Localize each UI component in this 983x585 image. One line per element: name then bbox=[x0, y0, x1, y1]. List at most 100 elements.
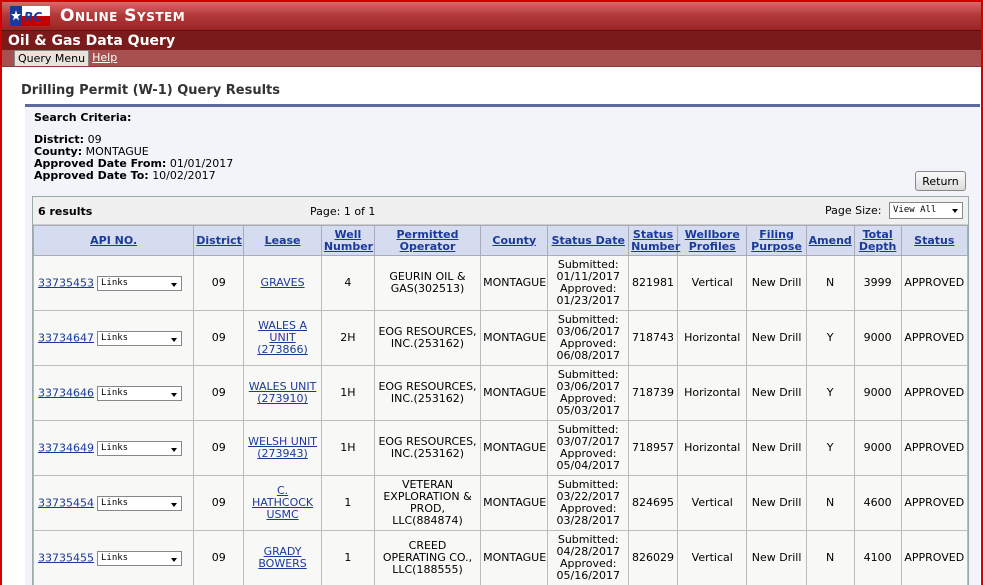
column-header[interactable]: API NO. bbox=[32, 225, 195, 256]
filing-purpose-cell: New Drill bbox=[746, 530, 807, 585]
county-cell: MONTAGUE bbox=[480, 530, 549, 585]
county-cell: MONTAGUE bbox=[480, 310, 549, 366]
column-header[interactable]: Status bbox=[900, 225, 969, 256]
total-depth-cell: 9000 bbox=[853, 420, 902, 476]
links-select[interactable]: Links bbox=[97, 275, 182, 291]
lease-link[interactable]: WALES A UNIT (273866) bbox=[257, 319, 308, 356]
api-cell: 33734646 Links bbox=[32, 365, 195, 421]
page-size-value: View All bbox=[893, 205, 937, 215]
wellbore-profile-cell: Vertical bbox=[677, 475, 748, 531]
brand-bar: RC Online System bbox=[2, 2, 981, 30]
status-cell: APPROVED bbox=[900, 475, 969, 531]
column-header[interactable]: Wellbore Profiles bbox=[677, 225, 748, 256]
status-date-cell: Submitted: 03/07/2017 Approved: 05/04/2017 bbox=[547, 420, 630, 476]
column-header[interactable]: Amend bbox=[805, 225, 855, 256]
lease-link[interactable]: WELSH UNIT (273943) bbox=[248, 435, 317, 460]
well-number-cell: 4 bbox=[320, 255, 375, 311]
total-depth-cell: 9000 bbox=[853, 365, 902, 421]
lease-link[interactable]: GRADY BOWERS bbox=[258, 545, 306, 570]
page-size-select[interactable]: View All bbox=[889, 202, 963, 219]
column-header[interactable]: County bbox=[480, 225, 549, 256]
column-header[interactable]: Permitted Operator bbox=[373, 225, 482, 256]
approved-date: 01/23/2017 bbox=[556, 294, 620, 307]
approved-date: 05/04/2017 bbox=[556, 459, 620, 472]
tab-query-menu[interactable]: Query Menu bbox=[14, 50, 90, 66]
lease-link[interactable]: WALES UNIT (273910) bbox=[249, 380, 317, 405]
operator-cell: EOG RESOURCES, INC.(253162) bbox=[373, 420, 482, 476]
column-header[interactable]: District bbox=[193, 225, 245, 256]
lease-link[interactable]: GRAVES bbox=[261, 276, 305, 289]
chevron-down-icon bbox=[171, 502, 177, 507]
api-cell: 33734649 Links bbox=[32, 420, 195, 476]
status-cell: APPROVED bbox=[900, 365, 969, 421]
pager: Page: 1 of 1 bbox=[310, 205, 376, 218]
status-cell: APPROVED bbox=[900, 530, 969, 585]
results-header: 6 results Page: 1 of 1 Page Size: View A… bbox=[33, 197, 968, 225]
api-link[interactable]: 33734647 bbox=[38, 331, 94, 344]
amend-cell: Y bbox=[805, 310, 855, 366]
wellbore-profile-cell: Vertical bbox=[677, 530, 748, 585]
links-select-value: Links bbox=[101, 442, 129, 453]
wellbore-profile-cell: Horizontal bbox=[677, 365, 748, 421]
links-select[interactable]: Links bbox=[97, 495, 182, 511]
district-cell: 09 bbox=[193, 475, 245, 531]
api-link[interactable]: 33735453 bbox=[38, 276, 94, 289]
status-number-cell: 824695 bbox=[628, 475, 679, 531]
well-number-cell: 1 bbox=[320, 475, 375, 531]
column-header[interactable]: Lease bbox=[243, 225, 322, 256]
column-header[interactable]: Status Number bbox=[628, 225, 680, 256]
column-header[interactable]: Well Number bbox=[320, 225, 375, 256]
column-header[interactable]: Total Depth bbox=[853, 225, 902, 256]
chevron-down-icon bbox=[171, 392, 177, 397]
app-window: RC Online System Oil & Gas Data Query Qu… bbox=[0, 0, 983, 585]
approved-to-value: 10/02/2017 bbox=[152, 169, 216, 182]
api-link[interactable]: 33735454 bbox=[38, 496, 94, 509]
county-cell: MONTAGUE bbox=[480, 255, 549, 311]
well-number-cell: 1H bbox=[320, 420, 375, 476]
lease-cell: GRADY BOWERS bbox=[243, 530, 322, 585]
status-date-cell: Submitted: 03/06/2017 Approved: 05/03/2017 bbox=[547, 365, 630, 421]
amend-cell: N bbox=[805, 255, 855, 311]
api-link[interactable]: 33734646 bbox=[38, 386, 94, 399]
return-button[interactable]: Return bbox=[915, 171, 966, 191]
search-criteria-panel: Search Criteria: District: 09 County: MO… bbox=[25, 104, 980, 585]
links-select[interactable]: Links bbox=[97, 385, 182, 401]
page-title: Drilling Permit (W-1) Query Results bbox=[21, 83, 280, 98]
api-link[interactable]: 33734649 bbox=[38, 441, 94, 454]
api-link[interactable]: 33735455 bbox=[38, 551, 94, 564]
amend-cell: Y bbox=[805, 420, 855, 476]
column-header[interactable]: Filing Purpose bbox=[746, 225, 807, 256]
chevron-down-icon bbox=[171, 557, 177, 562]
status-date-cell: Submitted: 04/28/2017 Approved: 05/16/2017 bbox=[547, 530, 630, 585]
lease-link[interactable]: C. HATHCOCK USMC bbox=[252, 484, 313, 521]
links-select[interactable]: Links bbox=[97, 440, 182, 456]
total-depth-cell: 3999 bbox=[853, 255, 902, 311]
chevron-down-icon bbox=[171, 447, 177, 452]
chevron-down-icon bbox=[952, 209, 958, 213]
wellbore-profile-cell: Horizontal bbox=[677, 310, 748, 366]
results-table: API NO. District Lease Well Number Permitted… bbox=[32, 225, 969, 585]
status-cell: APPROVED bbox=[900, 310, 969, 366]
app-title-bar: Oil & Gas Data Query bbox=[2, 30, 981, 50]
page-size-label: Page Size: bbox=[825, 204, 882, 217]
tab-help[interactable]: Help bbox=[89, 50, 120, 66]
wellbore-profile-cell: Vertical bbox=[677, 255, 748, 311]
district-cell: 09 bbox=[193, 365, 245, 421]
status-number-cell: 718957 bbox=[628, 420, 679, 476]
app-title: Oil & Gas Data Query bbox=[8, 32, 176, 49]
district-cell: 09 bbox=[193, 530, 245, 585]
operator-cell: EOG RESOURCES, INC.(253162) bbox=[373, 310, 482, 366]
status-number-cell: 718743 bbox=[628, 310, 679, 366]
status-cell: APPROVED bbox=[900, 255, 969, 311]
amend-cell: N bbox=[805, 475, 855, 531]
status-number-cell: 718739 bbox=[628, 365, 679, 421]
filing-purpose-cell: New Drill bbox=[746, 475, 807, 531]
links-select[interactable]: Links bbox=[97, 550, 182, 566]
rrc-logo-icon: RC bbox=[10, 6, 50, 26]
links-select-value: Links bbox=[101, 332, 129, 343]
status-number-cell: 821981 bbox=[628, 255, 679, 311]
wellbore-profile-cell: Horizontal bbox=[677, 420, 748, 476]
column-header[interactable]: Status Date bbox=[547, 225, 630, 256]
lease-cell: GRAVES bbox=[243, 255, 322, 311]
links-select[interactable]: Links bbox=[97, 330, 182, 346]
